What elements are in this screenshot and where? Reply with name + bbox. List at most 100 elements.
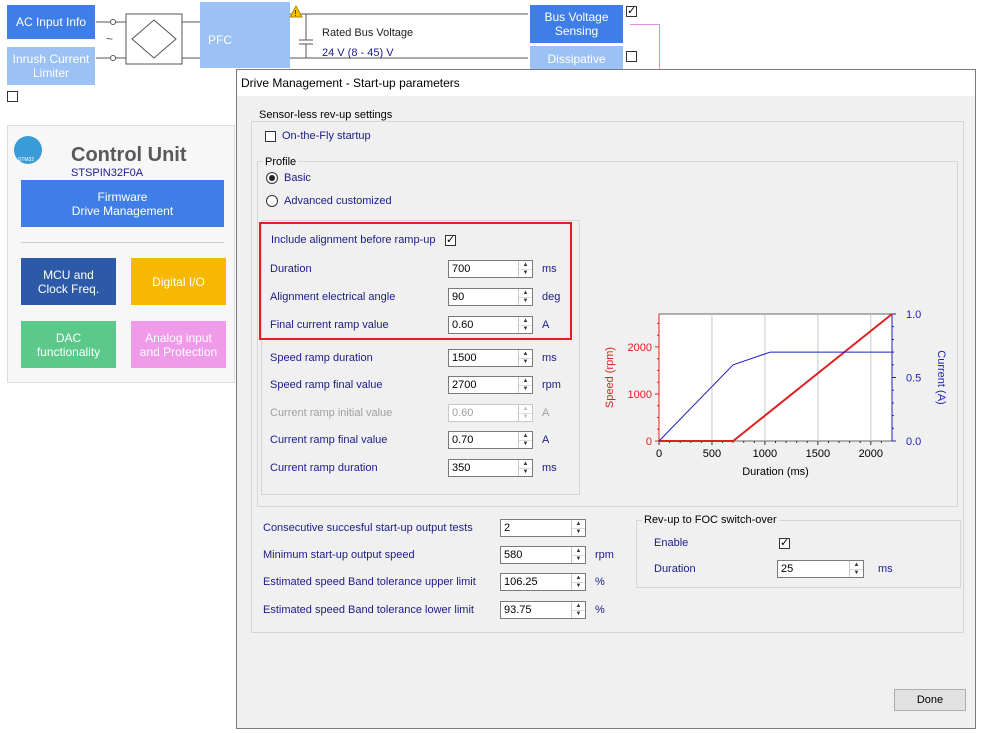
spin-down-icon[interactable]: ▼: [850, 569, 863, 577]
band-lower-spinbox[interactable]: 93.75 ▲ ▼: [500, 601, 586, 619]
current-ramp-duration-label: Current ramp duration: [270, 462, 378, 474]
band-lower-unit: %: [595, 604, 605, 616]
x-tick-label: 500: [703, 448, 721, 460]
x-axis-label: Duration (ms): [742, 466, 809, 478]
digital-io-label: Digital I/O: [152, 274, 205, 289]
spin-down-icon[interactable]: ▼: [519, 325, 532, 333]
digital-io-block[interactable]: Digital I/O: [131, 258, 226, 305]
current-ramp-final-spinbox[interactable]: 0.70 ▲ ▼: [448, 431, 533, 449]
mcu-clock-block[interactable]: MCU and Clock Freq.: [21, 258, 116, 305]
profile-advanced-radio[interactable]: [266, 195, 278, 207]
spin-arrows[interactable]: ▲ ▼: [571, 520, 585, 536]
done-button[interactable]: Done: [894, 689, 966, 711]
inrush-label: Inrush Current Limiter: [12, 52, 90, 80]
spin-down-icon[interactable]: ▼: [572, 528, 585, 536]
current-ramp-duration-unit: ms: [542, 462, 557, 474]
include-alignment-checkbox[interactable]: [445, 233, 456, 246]
spin-arrows[interactable]: ▲ ▼: [571, 574, 585, 590]
speed-ramp-final-unit: rpm: [542, 379, 561, 391]
startup-parameters-dialog: Drive Management - Start-up parameters S…: [236, 69, 976, 729]
spin-down-icon[interactable]: ▼: [572, 610, 585, 618]
spin-arrows[interactable]: ▲ ▼: [849, 561, 863, 577]
mcu-part-number: STSPIN32F0A: [71, 167, 144, 179]
band-upper-value: 106.25: [504, 576, 538, 588]
foc-duration-spinbox[interactable]: 25 ▲ ▼: [777, 560, 864, 578]
current-ramp-final-unit: A: [542, 434, 550, 446]
current-ramp-final-value: 0.70: [452, 434, 474, 446]
y-tick-label: 1000: [628, 389, 652, 401]
spin-down-icon[interactable]: ▼: [572, 582, 585, 590]
spin-arrows[interactable]: ▲ ▼: [518, 377, 532, 393]
inrush-current-limiter-block[interactable]: Inrush Current Limiter: [7, 47, 95, 85]
spin-down-icon[interactable]: ▼: [572, 555, 585, 563]
y-axis-label: Speed (rpm): [604, 347, 616, 408]
band-lower-value: 93.75: [504, 604, 532, 616]
spin-arrows: ▲ ▼: [518, 405, 532, 421]
band-lower-label: Estimated speed Band tolerance lower lim…: [263, 604, 474, 616]
bus-voltage-value: 24 V (8 - 45) V: [322, 47, 394, 59]
spin-arrows[interactable]: ▲ ▼: [518, 432, 532, 448]
dac-block[interactable]: DAC functionality: [21, 321, 116, 368]
power-circuit-diagram: ~ PFC !: [96, 2, 528, 68]
spin-down-icon: ▼: [522, 414, 529, 420]
mcu-clock-label: MCU and Clock Freq.: [37, 267, 100, 296]
speed-ramp-final-label: Speed ramp final value: [270, 379, 383, 391]
spin-down-icon[interactable]: ▼: [519, 297, 532, 305]
y2-tick-label: 0.5: [906, 373, 921, 385]
control-unit-title: Control Unit: [71, 144, 187, 166]
spin-down-icon[interactable]: ▼: [519, 269, 532, 277]
analog-input-block[interactable]: Analog input and Protection: [131, 321, 226, 368]
firmware-drive-management-block[interactable]: Firmware Drive Management: [21, 180, 224, 227]
speed-ramp-duration-spinbox[interactable]: 1500 ▲ ▼: [448, 349, 533, 367]
spin-arrows[interactable]: ▲ ▼: [571, 602, 585, 618]
profile-advanced-label: Advanced customized: [284, 195, 392, 207]
min-startup-speed-value: 580: [504, 549, 523, 561]
y2-tick-label: 1.0: [906, 309, 921, 321]
x-tick-label: 0: [656, 448, 662, 460]
final-current-ramp-spinbox[interactable]: 0.60 ▲ ▼: [448, 316, 533, 334]
spin-arrows[interactable]: ▲ ▼: [518, 289, 532, 305]
speed-ramp-final-value: 2700: [452, 379, 477, 391]
y-tick-label: 0: [646, 436, 652, 448]
foc-enable-checkbox[interactable]: [779, 536, 790, 549]
spin-arrows[interactable]: ▲ ▼: [518, 317, 532, 333]
profile-basic-radio[interactable]: [266, 172, 278, 184]
align-angle-spinbox[interactable]: 90 ▲ ▼: [448, 288, 533, 306]
dissipative-checkbox[interactable]: [626, 51, 637, 62]
speed-ramp-final-spinbox[interactable]: 2700 ▲ ▼: [448, 376, 533, 394]
dialog-title: Drive Management - Start-up parameters: [241, 76, 460, 90]
spin-arrows[interactable]: ▲ ▼: [518, 261, 532, 277]
spin-arrows[interactable]: ▲ ▼: [518, 460, 532, 476]
band-upper-label: Estimated speed Band tolerance upper lim…: [263, 576, 476, 588]
consecutive-tests-spinbox[interactable]: 2 ▲ ▼: [500, 519, 586, 537]
ac-input-info-block[interactable]: AC Input Info: [7, 5, 95, 39]
bus-voltage-sensing-checkbox[interactable]: [626, 4, 637, 17]
current-ramp-initial-value: 0.60: [452, 407, 474, 419]
foc-duration-value: 25: [781, 563, 794, 575]
spin-down-icon[interactable]: ▼: [519, 385, 532, 393]
spin-down-icon[interactable]: ▼: [519, 358, 532, 366]
speed-ramp-duration-unit: ms: [542, 352, 557, 364]
spin-down-icon[interactable]: ▼: [519, 440, 532, 448]
on-the-fly-checkbox[interactable]: [265, 131, 276, 142]
analog-label: Analog input and Protection: [139, 330, 218, 359]
bus-voltage-sensing-label: Bus Voltage Sensing: [544, 10, 609, 38]
final-current-ramp-label: Final current ramp value: [270, 319, 389, 331]
inrush-checkbox[interactable]: [7, 91, 18, 102]
align-angle-unit: deg: [542, 291, 561, 303]
min-startup-speed-spinbox[interactable]: 580 ▲ ▼: [500, 546, 586, 564]
spin-down-icon[interactable]: ▼: [519, 468, 532, 476]
profile-basic-label: Basic: [284, 172, 311, 184]
bus-voltage-sensing-block[interactable]: Bus Voltage Sensing: [530, 5, 623, 43]
duration-spinbox[interactable]: 700 ▲ ▼: [448, 260, 533, 278]
divider: [21, 242, 224, 243]
current-ramp-duration-spinbox[interactable]: 350 ▲ ▼: [448, 459, 533, 477]
spin-arrows[interactable]: ▲ ▼: [518, 350, 532, 366]
duration-unit: ms: [542, 263, 557, 275]
final-current-ramp-value: 0.60: [452, 319, 474, 331]
band-upper-spinbox[interactable]: 106.25 ▲ ▼: [500, 573, 586, 591]
dialog-titlebar[interactable]: Drive Management - Start-up parameters: [237, 70, 975, 96]
spin-arrows[interactable]: ▲ ▼: [571, 547, 585, 563]
rated-bus-voltage-label: Rated Bus Voltage: [322, 27, 414, 39]
foc-duration-unit: ms: [878, 563, 893, 575]
